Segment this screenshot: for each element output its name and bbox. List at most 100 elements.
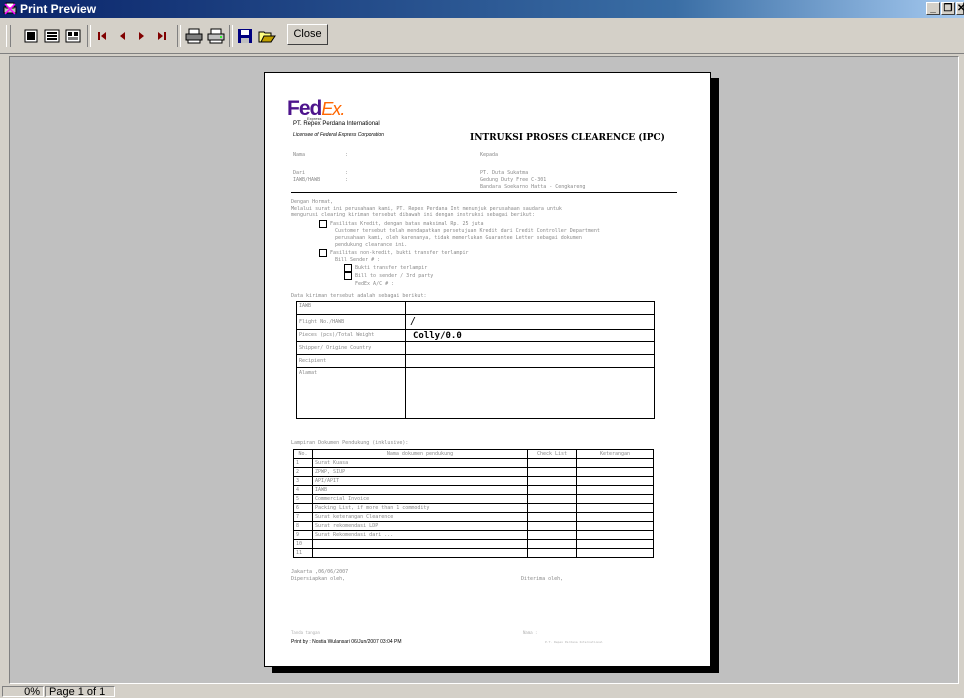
bill-third-party-label: Bill to sender / 3rd party — [355, 273, 434, 279]
window-titlebar: Print Preview _ ❐ ✕ — [0, 0, 964, 18]
field-kepada-label: Kepada — [480, 152, 499, 158]
recipient-line: PT. Duta Sukatma — [480, 170, 529, 176]
lampiran-doc: Surat Rekomendasi dari ... — [312, 530, 528, 540]
recipient-line: Gedung Duty Free C-301 — [480, 177, 547, 183]
lampiran-no: 1 — [293, 458, 313, 468]
print-button[interactable] — [185, 27, 203, 45]
lampiran-check — [527, 476, 577, 486]
bill-third-party-checkbox[interactable] — [344, 272, 352, 280]
prev-page-icon — [120, 32, 125, 40]
lampiran-note — [576, 548, 654, 558]
field-nama-colon: : — [345, 152, 349, 158]
first-page-button[interactable] — [93, 27, 111, 45]
print-setup-button[interactable] — [207, 27, 225, 45]
lampiran-check — [527, 539, 577, 549]
lampiran-check — [527, 485, 577, 495]
save-icon — [238, 29, 252, 43]
open-button[interactable] — [258, 27, 276, 45]
multi-page-button[interactable] — [64, 27, 82, 45]
shipment-row-label: Recipient — [299, 358, 327, 364]
lampiran-no: 6 — [293, 503, 313, 513]
header-divider — [291, 192, 677, 193]
lampiran-doc: Surat rekomendasi LDP — [312, 521, 528, 531]
table-row: 9 Surat Rekomendasi dari ... — [293, 530, 654, 540]
table-row: 4 IAWB — [293, 485, 654, 495]
shipment-row-line — [296, 329, 655, 330]
place-date: Jakarta ,06/06/2007 — [291, 569, 349, 575]
shipment-row-line — [296, 367, 655, 368]
option-credit-detail: pendukung clearance ini. — [335, 242, 408, 248]
close-window-button[interactable]: ✕ — [956, 2, 964, 15]
field-awb-label: IAWB/HAWB — [293, 177, 321, 183]
lampiran-check — [527, 530, 577, 540]
lampiran-no: 9 — [293, 530, 313, 540]
option-noncredit-checkbox[interactable] — [319, 249, 327, 257]
transfer-checkbox[interactable] — [344, 264, 352, 272]
lampiran-no: 4 — [293, 485, 313, 495]
lampiran-no: 3 — [293, 476, 313, 486]
toolbar-separator — [87, 25, 91, 47]
lampiran-check — [527, 458, 577, 468]
lampiran-doc: Surat Kuasa — [312, 458, 528, 468]
lampiran-col-header: Keterangan — [576, 449, 654, 459]
print-setup-icon — [207, 28, 225, 44]
minimize-button[interactable]: _ — [926, 2, 940, 15]
lampiran-header-row: No. Nama dokumen pendukung Check List Ke… — [293, 449, 654, 459]
name-label: Nama : — [523, 630, 538, 635]
company-name: PT. Repex Perdana International — [293, 121, 380, 127]
transfer-label: Bukti transfer terlampir — [355, 265, 428, 271]
page-indicator: Page 1 of 1 — [45, 686, 115, 698]
lampiran-note — [576, 530, 654, 540]
lampiran-no: 11 — [293, 548, 313, 558]
lampiran-check — [527, 548, 577, 558]
multi-page-icon — [65, 29, 81, 43]
lampiran-note — [576, 539, 654, 549]
shipment-row-label: IAWB — [299, 303, 312, 309]
preview-area[interactable]: FedEx. Express PT. Repex Perdana Interna… — [9, 56, 959, 684]
table-row: 11 — [293, 548, 654, 558]
lampiran-no: 7 — [293, 512, 313, 522]
lampiran-doc: Commercial Invoice — [312, 494, 528, 504]
first-page-icon — [98, 32, 106, 40]
lampiran-note — [576, 485, 654, 495]
toolbar-separator — [177, 25, 181, 47]
restore-button[interactable]: ❐ — [941, 2, 955, 15]
two-page-button[interactable] — [43, 27, 61, 45]
shipment-row-line — [296, 341, 655, 342]
field-dari-colon: : — [345, 170, 349, 176]
field-awb-colon: : — [345, 177, 349, 183]
lampiran-table: No. Nama dokumen pendukung Check List Ke… — [293, 449, 654, 558]
prev-page-button[interactable] — [113, 27, 131, 45]
lampiran-note — [576, 458, 654, 468]
lampiran-check — [527, 503, 577, 513]
save-button[interactable] — [236, 27, 254, 45]
table-row: 10 — [293, 539, 654, 549]
option-noncredit-label: Fasilitas non-kredit, bukti transfer ter… — [330, 250, 469, 256]
signature-label: Tanda tangan — [291, 630, 320, 635]
lampiran-no: 8 — [293, 521, 313, 531]
table-row: 8 Surat rekomendasi LDP — [293, 521, 654, 531]
last-page-icon — [158, 32, 166, 40]
lampiran-note — [576, 467, 654, 477]
close-preview-button[interactable]: Close — [287, 24, 328, 45]
toolbar-grip[interactable] — [6, 25, 11, 47]
window-title: Print Preview — [20, 2, 97, 16]
print-by-footer: Print by : Nostia Wulansari 06/Jun/2007 … — [291, 639, 402, 645]
next-page-button[interactable] — [133, 27, 151, 45]
zoom-level: 0% — [2, 686, 44, 698]
lampiran-col-header: Nama dokumen pendukung — [312, 449, 528, 459]
print-icon — [185, 28, 203, 44]
shipment-row-label: Flight No./HAWB — [299, 319, 345, 325]
document-title: INTRUKSI PROSES CLEARENCE (IPC) — [470, 133, 665, 143]
shipment-row-line — [296, 354, 655, 355]
open-icon — [258, 31, 276, 43]
last-page-button[interactable] — [153, 27, 171, 45]
lampiran-note — [576, 494, 654, 504]
lampiran-no: 5 — [293, 494, 313, 504]
lampiran-col-header: Check List — [527, 449, 577, 459]
one-page-button[interactable] — [22, 27, 40, 45]
option-credit-checkbox[interactable] — [319, 220, 327, 228]
lampiran-doc: API/APIT — [312, 476, 528, 486]
table-row: 1 Surat Kuasa — [293, 458, 654, 468]
flight-slash: / — [410, 316, 417, 327]
